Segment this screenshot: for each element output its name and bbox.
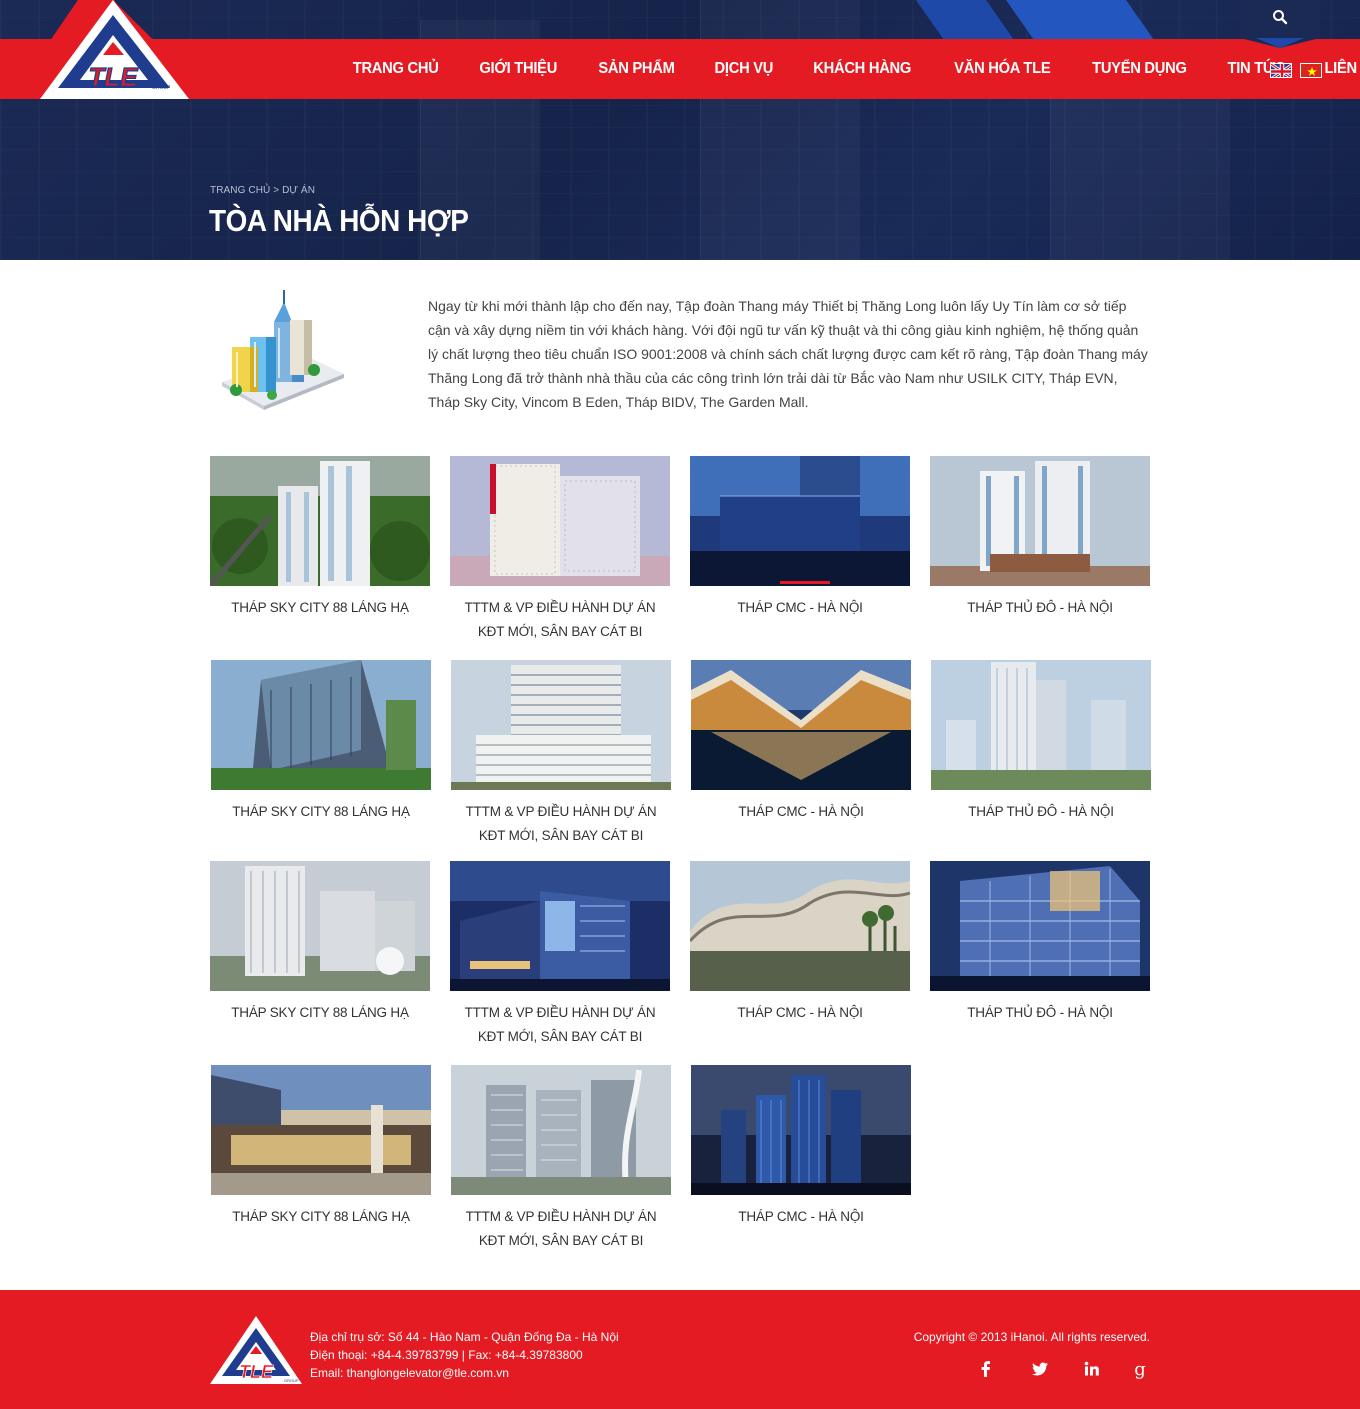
project-title[interactable]: TTTM & VP ĐIỀU HÀNH DỰ ÁN KĐT MỚI, SÂN B… [450, 1001, 670, 1049]
search-icon[interactable] [1272, 9, 1288, 25]
breadcrumb: TRANG CHỦ > DỰ ÁN [210, 185, 315, 196]
project-title[interactable]: TTTM & VP ĐIỀU HÀNH DỰ ÁN KĐT MỚI, SÂN B… [451, 1205, 671, 1253]
project-thumbnail[interactable] [450, 861, 670, 991]
project-title[interactable]: THÁP SKY CITY 88 LÁNG HẠ [210, 596, 430, 620]
twitter-icon[interactable] [1030, 1359, 1050, 1379]
project-card[interactable]: THÁP CMC - HÀ NỘI [691, 1065, 912, 1229]
project-title[interactable]: THÁP THỦ ĐÔ - HÀ NỘI [930, 1001, 1150, 1025]
nav-item-home[interactable]: TRANG CHỦ [337, 60, 454, 78]
linkedin-icon[interactable] [1082, 1359, 1102, 1379]
project-thumbnail[interactable] [210, 861, 430, 991]
project-card[interactable]: THÁP SKY CITY 88 LÁNG HẠ [210, 456, 431, 620]
uk-flag-icon[interactable] [1270, 63, 1292, 78]
project-card[interactable]: THÁP CMC - HÀ NỘI [690, 861, 911, 1025]
project-title[interactable]: THÁP THỦ ĐÔ - HÀ NỘI [930, 596, 1150, 620]
svg-text:g: g [1134, 1359, 1146, 1379]
project-card[interactable]: THÁP SKY CITY 88 LÁNG HẠ [211, 1065, 432, 1229]
project-title[interactable]: THÁP SKY CITY 88 LÁNG HẠ [211, 1205, 431, 1229]
project-card[interactable]: TTTM & VP ĐIỀU HÀNH DỰ ÁN KĐT MỚI, SÂN B… [451, 1065, 672, 1253]
project-thumbnail[interactable] [210, 456, 430, 586]
nav-item-customers[interactable]: KHÁCH HÀNG [798, 60, 927, 78]
project-card[interactable]: THÁP SKY CITY 88 LÁNG HẠ [211, 660, 432, 824]
project-title[interactable]: THÁP THỦ ĐÔ - HÀ NỘI [931, 800, 1151, 824]
footer-phone: Điện thoại: +84-4.39783799 | Fax: +84-4.… [310, 1348, 583, 1362]
project-thumbnail[interactable] [690, 861, 910, 991]
footer-address: Địa chỉ trụ sở: Số 44 - Hào Nam - Quận Đ… [310, 1330, 619, 1344]
project-title[interactable]: TTTM & VP ĐIỀU HÀNH DỰ ÁN KĐT MỚI, SÂN B… [451, 800, 671, 848]
project-thumbnail[interactable] [451, 1065, 671, 1195]
project-card[interactable]: TTTM & VP ĐIỀU HÀNH DỰ ÁN KĐT MỚI, SÂN B… [450, 861, 671, 1049]
project-thumbnail[interactable] [691, 1065, 911, 1195]
tle-logo[interactable]: TLE GROUP [10, 0, 215, 100]
intro-paragraph: Ngay từ khi mới thành lập cho đến nay, T… [428, 298, 1148, 410]
breadcrumb-current[interactable]: DỰ ÁN [282, 185, 315, 196]
facebook-icon[interactable] [976, 1359, 996, 1379]
project-thumbnail[interactable] [211, 1065, 431, 1195]
project-thumbnail[interactable] [690, 456, 910, 586]
nav-item-careers[interactable]: TUYỂN DỤNG [1077, 60, 1203, 78]
language-switcher [1270, 63, 1322, 78]
copyright-text: Copyright © 2013 iHanoi. All rights rese… [913, 1330, 1150, 1344]
project-thumbnail[interactable] [451, 660, 671, 790]
project-title[interactable]: THÁP CMC - HÀ NỘI [691, 1205, 911, 1229]
footer [0, 1290, 1360, 1409]
project-title[interactable]: TTTM & VP ĐIỀU HÀNH DỰ ÁN KĐT MỚI, SÂN B… [450, 596, 670, 644]
project-card[interactable]: THÁP THỦ ĐÔ - HÀ NỘI [930, 861, 1151, 1025]
main-menu: TRANG CHỦ GIỚI THIỆU SẢN PHẨM DỊCH VỤ KH… [332, 39, 1360, 99]
footer-email[interactable]: Email: thanglongelevator@tle.com.vn [310, 1364, 619, 1382]
footer-contact-info: Địa chỉ trụ sở: Số 44 - Hào Nam - Quận Đ… [310, 1328, 619, 1382]
breadcrumb-home[interactable]: TRANG CHỦ [210, 185, 270, 196]
page-title: TÒA NHÀ HỖN HỢP [209, 203, 469, 238]
nav-item-about[interactable]: GIỚI THIỆU [464, 60, 573, 78]
project-title[interactable]: THÁP CMC - HÀ NỘI [690, 596, 910, 620]
project-thumbnail[interactable] [930, 861, 1150, 991]
svg-text:TLE: TLE [239, 1362, 274, 1382]
nav-item-products[interactable]: SẢN PHẨM [582, 60, 690, 78]
project-card[interactable]: THÁP CMC - HÀ NỘI [690, 456, 911, 620]
svg-text:GROUP: GROUP [284, 1378, 299, 1383]
hero-decor-stripe [1005, 0, 1155, 40]
project-card[interactable]: TTTM & VP ĐIỀU HÀNH DỰ ÁN KĐT MỚI, SÂN B… [451, 660, 672, 848]
nav-item-culture[interactable]: VĂN HÓA TLE [938, 60, 1065, 78]
project-thumbnail[interactable] [450, 456, 670, 586]
svg-text:TLE: TLE [88, 62, 138, 92]
footer-logo[interactable]: TLE GROUP [208, 1314, 304, 1386]
project-card[interactable]: THÁP THỦ ĐÔ - HÀ NỘI [931, 660, 1152, 824]
buildings-illustration [222, 290, 344, 410]
nav-item-services[interactable]: DỊCH VỤ [699, 60, 789, 78]
vietnam-flag-icon[interactable] [1300, 63, 1322, 78]
hero-decor-stripe [915, 0, 1015, 40]
project-thumbnail[interactable] [931, 660, 1151, 790]
project-thumbnail[interactable] [691, 660, 911, 790]
project-thumbnail[interactable] [930, 456, 1150, 586]
svg-text:GROUP: GROUP [152, 85, 171, 91]
project-title[interactable]: THÁP SKY CITY 88 LÁNG HẠ [210, 1001, 430, 1025]
google-plus-icon[interactable]: g [1130, 1359, 1150, 1379]
project-card[interactable]: THÁP CMC - HÀ NỘI [691, 660, 912, 824]
breadcrumb-separator: > [273, 185, 280, 196]
project-thumbnail[interactable] [211, 660, 431, 790]
project-title[interactable]: THÁP CMC - HÀ NỘI [690, 1001, 910, 1025]
project-card[interactable]: THÁP THỦ ĐÔ - HÀ NỘI [930, 456, 1151, 620]
project-title[interactable]: THÁP CMC - HÀ NỘI [691, 800, 911, 824]
project-card[interactable]: TTTM & VP ĐIỀU HÀNH DỰ ÁN KĐT MỚI, SÂN B… [450, 456, 671, 644]
project-title[interactable]: THÁP SKY CITY 88 LÁNG HẠ [211, 800, 431, 824]
project-card[interactable]: THÁP SKY CITY 88 LÁNG HẠ [210, 861, 431, 1025]
